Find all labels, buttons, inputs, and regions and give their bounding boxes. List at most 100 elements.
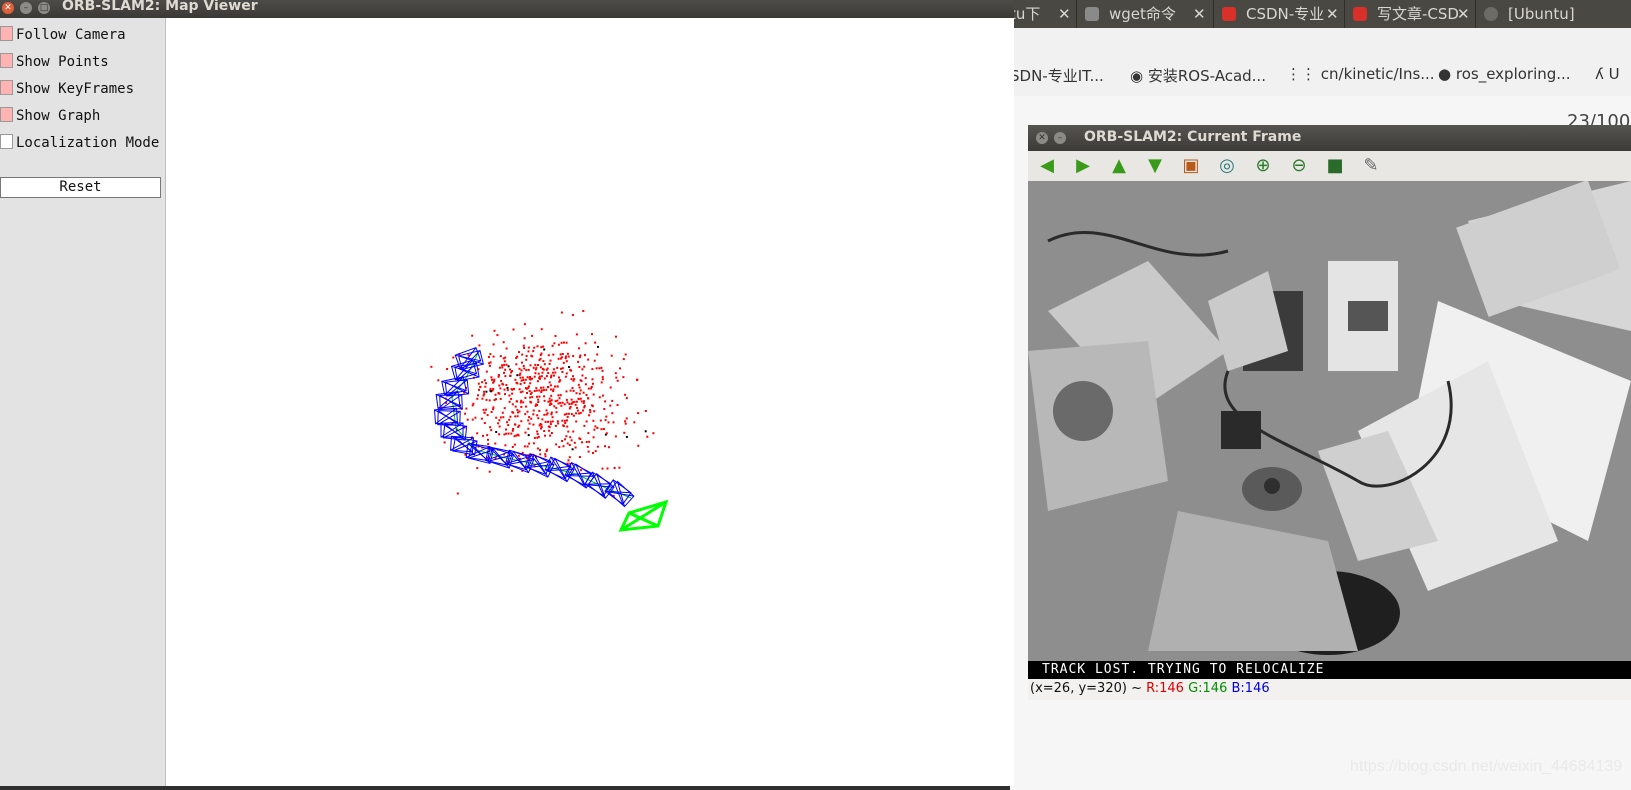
arrow-up-icon[interactable]: ▲ (1106, 153, 1132, 179)
tab-label: wget命令 (1109, 5, 1176, 23)
map-point (571, 387, 574, 389)
map-point (476, 432, 479, 435)
map-point (437, 379, 440, 382)
browser-tab[interactable]: CSDN-专业 ✕ (1214, 0, 1345, 28)
map-point (551, 416, 554, 419)
map-point (509, 368, 511, 371)
globe-icon: ◉ (1130, 67, 1144, 85)
map-point (551, 420, 554, 423)
map-point (501, 366, 504, 369)
map-point (547, 372, 550, 374)
map-3d-canvas[interactable] (166, 18, 1014, 786)
reset-button[interactable]: Reset (0, 177, 161, 198)
map-point (589, 411, 592, 414)
map-point (531, 396, 534, 399)
tab-label: [Ubuntu] (1508, 5, 1575, 23)
close-icon[interactable]: ✕ (2, 2, 14, 14)
map-point (548, 362, 551, 365)
map-point (550, 413, 553, 416)
bookmark-item[interactable]: ● ros_exploring... (1438, 65, 1571, 83)
tab-close-icon[interactable]: ✕ (1457, 0, 1470, 28)
map-point (527, 419, 530, 422)
map-point (570, 439, 573, 442)
zoom-out-icon[interactable]: ⊖ (1286, 153, 1312, 179)
map-point (557, 394, 560, 397)
map-point (495, 416, 498, 419)
options-panel: Follow Camera Show Points Show KeyFrames… (0, 18, 166, 786)
bookmark-item[interactable]: ⋮⋮ cn/kinetic/Ins... (1286, 65, 1435, 83)
map-point (569, 389, 572, 392)
map-point (587, 450, 590, 453)
current-frame-titlebar[interactable]: ✕ – ORB-SLAM2: Current Frame (1028, 125, 1631, 151)
arrow-down-icon[interactable]: ▼ (1142, 153, 1168, 179)
arrow-right-icon[interactable]: ▶ (1070, 153, 1096, 179)
minimize-icon[interactable]: – (20, 2, 32, 14)
map-point (593, 359, 596, 362)
map-point (601, 369, 604, 372)
map-point (539, 366, 542, 369)
zoom-fit-icon[interactable]: ◎ (1214, 153, 1240, 179)
bookmark-item[interactable]: SDN-专业IT... (1010, 65, 1104, 86)
browser-tab[interactable]: 写文章-CSD ✕ (1345, 0, 1476, 28)
close-icon[interactable]: ✕ (1036, 132, 1048, 144)
show-points-checkbox[interactable]: Show Points (0, 53, 109, 71)
arrow-left-icon[interactable]: ◀ (1034, 153, 1060, 179)
map-point (565, 398, 568, 401)
map-point (591, 368, 594, 371)
map-point (505, 347, 508, 350)
map-point (532, 366, 535, 369)
properties-icon[interactable]: ✎ (1358, 153, 1384, 179)
map-point (589, 409, 592, 411)
map-point (607, 421, 610, 424)
map-point (598, 367, 601, 370)
map-point (578, 456, 581, 458)
browser-tab[interactable]: wget命令 ✕ (1077, 0, 1214, 28)
map-render (430, 310, 669, 532)
map-point (525, 405, 528, 408)
save-icon[interactable]: ■ (1322, 153, 1348, 179)
map-point (485, 408, 487, 411)
localization-mode-checkbox[interactable]: Localization Mode (0, 134, 159, 152)
map-point (543, 430, 546, 432)
map-point (559, 394, 562, 397)
show-keyframes-checkbox[interactable]: Show KeyFrames (0, 80, 134, 98)
map-point (516, 355, 519, 358)
map-point (545, 413, 548, 416)
map-viewer-titlebar[interactable]: ✕ – □ ORB-SLAM2: Map Viewer (0, 0, 1014, 18)
map-point (499, 397, 502, 400)
image-icon[interactable]: ▣ (1178, 153, 1204, 179)
tab-close-icon[interactable]: ✕ (1058, 0, 1071, 28)
tab-close-icon[interactable]: ✕ (1326, 0, 1339, 28)
map-point (580, 379, 583, 382)
map-point (537, 372, 540, 375)
map-point (581, 374, 584, 377)
map-point (532, 442, 535, 445)
map-point (572, 430, 575, 433)
map-point (520, 379, 523, 382)
tab-close-icon[interactable]: ✕ (1193, 0, 1206, 28)
map-point (534, 372, 537, 375)
map-point (597, 345, 599, 348)
zoom-in-icon[interactable]: ⊕ (1250, 153, 1276, 179)
map-point (489, 353, 492, 356)
map-point (538, 409, 541, 412)
browser-tab[interactable]: [Ubuntu] (1476, 0, 1631, 28)
map-point (637, 444, 640, 447)
bookmark-item[interactable]: ʎ U (1595, 65, 1620, 83)
map-point (554, 424, 557, 427)
minimize-icon[interactable]: – (1054, 132, 1066, 144)
maximize-icon[interactable]: □ (38, 2, 50, 14)
map-point (555, 406, 558, 409)
watermark: https://blog.csdn.net/weixin_44684139 (1350, 758, 1623, 775)
map-point (484, 385, 487, 388)
map-point (537, 401, 540, 403)
bookmark-item[interactable]: ◉ 安装ROS-Acad... (1130, 65, 1266, 86)
camera-frame-image[interactable]: TRACK LOST. TRYING TO RELOCALIZE (1028, 181, 1631, 679)
browser-tab[interactable]: tu下 ✕ (1010, 0, 1077, 28)
keyframes (434, 347, 635, 508)
map-point (530, 417, 533, 420)
follow-camera-checkbox[interactable]: Follow Camera (0, 26, 126, 44)
map-point (519, 376, 522, 379)
show-graph-checkbox[interactable]: Show Graph (0, 107, 100, 125)
map-point (570, 413, 573, 416)
